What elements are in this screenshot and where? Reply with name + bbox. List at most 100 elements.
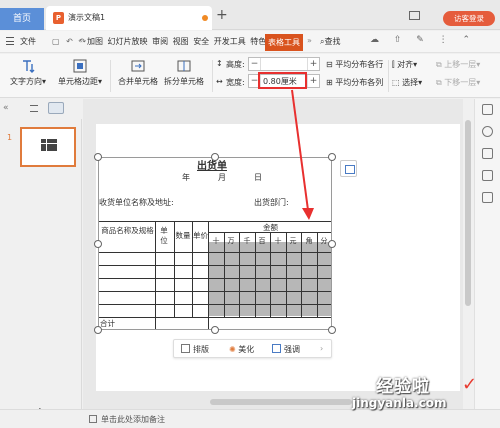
menu-item-developer[interactable]: 开发工具: [214, 37, 246, 46]
distribute-rows-button[interactable]: ⊟ 平均分布各行: [326, 59, 383, 70]
watermark-url: jingyanla.com: [352, 396, 447, 410]
menu-scroll-right-icon[interactable]: »: [307, 36, 312, 45]
menu-item-review[interactable]: 审阅: [152, 37, 168, 46]
height-icon: ↕: [216, 59, 223, 68]
select-icon: ⬚: [392, 78, 403, 87]
layout-label: 排版: [193, 345, 209, 354]
align-label: 对齐: [397, 60, 414, 69]
menu-item-slideshow[interactable]: 幻灯片放映: [108, 37, 148, 46]
view-switcher: «: [0, 99, 82, 119]
width-icon: ↔: [216, 77, 223, 86]
distribute-cols-button[interactable]: ⊞ 平均分布各列: [326, 77, 383, 88]
select-button[interactable]: ⬚ 选择▾: [392, 77, 422, 88]
split-cells-icon: [177, 60, 191, 72]
menu-item-view[interactable]: 视图: [173, 37, 189, 46]
vertical-scroll-thumb[interactable]: [465, 120, 471, 306]
watermark-check-icon: ✓: [462, 374, 478, 395]
shape-icon[interactable]: [482, 170, 493, 181]
table-options-icon[interactable]: [340, 160, 357, 177]
cloud-share-icons[interactable]: ☁ ⇧ ✎ ⋮ ⌃: [370, 35, 476, 45]
home-tab[interactable]: 首页: [0, 8, 44, 30]
layout-icon: [181, 344, 190, 353]
width-label: 宽度:: [226, 78, 245, 87]
emphasize-button[interactable]: 强调: [272, 344, 300, 355]
move-down-label: 下移一层: [444, 78, 477, 87]
unsaved-dot-icon[interactable]: [202, 15, 208, 21]
text-direction-button[interactable]: 文字方向▾: [10, 58, 46, 87]
copy-icon[interactable]: [482, 148, 493, 159]
image-icon[interactable]: [482, 192, 493, 203]
width-increase-button[interactable]: +: [307, 75, 319, 87]
resize-handle[interactable]: [328, 240, 336, 248]
design-icon[interactable]: [482, 126, 493, 137]
thumbnail-table-icon: [41, 139, 57, 151]
resize-handle[interactable]: [328, 153, 336, 161]
resize-handle[interactable]: [94, 240, 102, 248]
layout-button[interactable]: 排版: [181, 344, 209, 355]
collapse-pane-icon[interactable]: «: [3, 103, 9, 113]
resize-handle[interactable]: [211, 326, 219, 334]
menu-item-security[interactable]: 安全: [193, 37, 209, 46]
title-bar: 首页 P 演示文稿1 + 访客登录: [0, 0, 500, 30]
resize-handle[interactable]: [94, 153, 102, 161]
ribbon-separator: [110, 60, 111, 92]
beautify-icon: ✺: [229, 345, 239, 354]
document-tab[interactable]: P 演示文稿1: [46, 6, 212, 30]
notes-bar: 单击此处添加备注: [0, 409, 500, 428]
height-label: 高度:: [226, 60, 245, 69]
slide-number: 1: [7, 133, 13, 142]
height-stepper[interactable]: − +: [248, 57, 320, 71]
floating-toolbar: 排版 ✺ 美化 强调 ›: [173, 339, 332, 358]
search-button[interactable]: ⌕查找: [320, 36, 340, 47]
slide-thumbnail[interactable]: [20, 127, 76, 167]
guest-login-button[interactable]: 访客登录: [443, 11, 495, 26]
text-direction-label: 文字方向: [10, 77, 42, 86]
resize-handle[interactable]: [94, 326, 102, 334]
cell-margin-label: 单元格边距: [58, 77, 98, 86]
menu-item-insert-image[interactable]: 加图: [87, 37, 103, 46]
merge-cells-button[interactable]: 合并单元格: [118, 58, 158, 87]
height-decrease-button[interactable]: −: [249, 58, 261, 70]
slide-view-icon[interactable]: [48, 102, 64, 114]
cell-margin-button[interactable]: 单元格边距▾: [58, 58, 102, 87]
menu-items: 加图 幻灯片放映 审阅 视图 安全 开发工具 特色功能: [87, 36, 284, 47]
distribute-rows-label: 平均分布各行: [335, 60, 384, 69]
resize-handle[interactable]: [328, 326, 336, 334]
resize-handle[interactable]: [211, 153, 219, 161]
search-label: 查找: [324, 37, 341, 46]
window-layout-icon[interactable]: [409, 11, 420, 20]
menu-file[interactable]: 文件: [20, 36, 36, 47]
menu-item-table-tools[interactable]: 表格工具: [265, 34, 303, 51]
width-field-highlight: [258, 72, 307, 89]
menu-scroll-left-icon[interactable]: «: [78, 36, 83, 45]
table-selection-frame: [98, 157, 332, 330]
align-button[interactable]: ⫿ 对齐▾: [392, 59, 417, 70]
ribbon-separator: [212, 60, 213, 92]
move-down-button[interactable]: ⧉ 下移一层▾: [436, 77, 480, 88]
thumbnail-pane: 1: [0, 119, 82, 409]
height-increase-button[interactable]: +: [307, 58, 319, 70]
note-icon: [89, 415, 97, 423]
move-up-label: 上移一层: [444, 60, 477, 69]
cell-margin-icon: [73, 59, 87, 73]
beautify-button[interactable]: ✺ 美化: [229, 344, 254, 355]
watermark-text: 经验啦: [376, 377, 430, 397]
ribbon-separator: [388, 60, 389, 92]
notes-placeholder[interactable]: 单击此处添加备注: [101, 414, 165, 425]
right-task-pane: [474, 99, 500, 409]
presentation-icon: P: [53, 12, 64, 24]
distribute-cols-label: 平均分布各列: [335, 78, 384, 87]
menu-icon[interactable]: [6, 37, 14, 45]
select-label: 选择: [402, 78, 419, 87]
move-up-button[interactable]: ⧉ 上移一层▾: [436, 59, 480, 70]
settings-icon[interactable]: [482, 104, 493, 115]
outline-view-icon[interactable]: [30, 105, 38, 112]
distribute-rows-icon: ⊟: [326, 60, 336, 69]
merge-cells-label: 合并单元格: [118, 77, 158, 86]
split-cells-label: 拆分单元格: [164, 77, 204, 86]
new-tab-button[interactable]: +: [216, 7, 228, 23]
split-cells-button[interactable]: 拆分单元格: [164, 58, 204, 87]
horizontal-scroll-thumb[interactable]: [210, 399, 352, 405]
chevron-right-icon[interactable]: ›: [320, 344, 323, 353]
emphasize-label: 强调: [284, 345, 300, 354]
